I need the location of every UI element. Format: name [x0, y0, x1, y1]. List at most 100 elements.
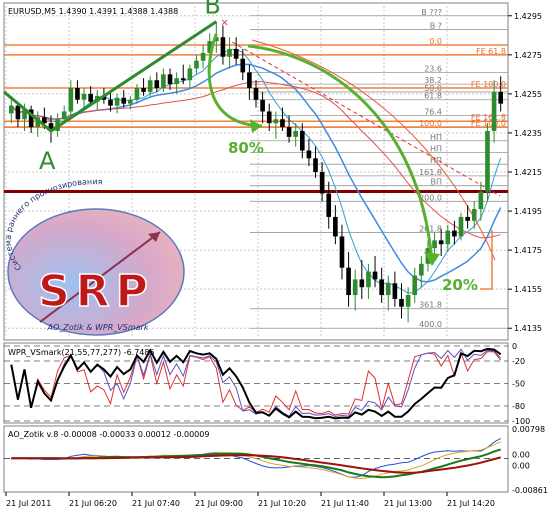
- time-tick-label: 21 Jul 10:20: [258, 499, 306, 508]
- candle-body: [154, 80, 160, 89]
- candle-body: [339, 236, 345, 268]
- fib-level-label: B ?: [430, 21, 442, 30]
- ao-tick-label: 0.00798: [512, 425, 545, 434]
- candle-body: [174, 78, 179, 85]
- candle-body: [445, 230, 451, 245]
- candle-body: [432, 240, 437, 249]
- candle-body: [465, 216, 470, 221]
- candle-body: [478, 191, 484, 210]
- fib-level-label: НП: [430, 144, 442, 153]
- candle-body: [134, 88, 140, 100]
- time-tick-label: 21 Jul 13:00: [384, 499, 432, 508]
- price-tick-label: 1.4155: [514, 285, 542, 294]
- pct-20-label: 20%: [442, 276, 478, 294]
- candle-body: [273, 119, 279, 124]
- candle-body: [68, 88, 74, 112]
- candle-body: [187, 68, 193, 81]
- candle-body: [253, 88, 259, 100]
- candle-body: [485, 130, 490, 192]
- candle-body: [293, 130, 298, 137]
- logo-title: SRP: [38, 266, 154, 317]
- time-tick-label: 21 Jul 07:40: [132, 499, 180, 508]
- candle-body: [313, 158, 318, 172]
- candle-body: [452, 230, 457, 237]
- price-tick-label: 1.4135: [514, 324, 542, 333]
- wpr-tick-label: -80: [512, 402, 525, 411]
- wpr-header: WPR_VSmark(21,55,77,277) -6.7485: [8, 348, 155, 357]
- candle-body: [88, 93, 93, 102]
- candle-body: [247, 72, 252, 89]
- time-tick-label: 21 Jul 2011: [6, 499, 51, 508]
- candle-body: [346, 267, 351, 296]
- candle-body: [280, 119, 285, 128]
- wpr-tick-label: 0: [512, 342, 517, 351]
- fe-level-label: FE 61.8: [476, 47, 506, 56]
- candle-body: [240, 58, 246, 73]
- price-header: EURUSD,M5 1.4390 1.4391 1.4388 1.4388: [8, 7, 178, 16]
- candle-body: [141, 88, 146, 92]
- fib-level-label: НП: [430, 133, 442, 142]
- point-b-label: B: [204, 0, 220, 20]
- fib-level-label: 261.8: [419, 225, 442, 234]
- ao-header: AO_Zotik v.8 -0.00008 -0.00033 0.00012 -…: [8, 430, 209, 439]
- price-tick-label: 1.4195: [514, 207, 542, 216]
- fib-level-label: 361.8: [419, 301, 442, 310]
- logo-credit: AO_Zotik & WPR_VSmark: [47, 323, 149, 332]
- candle-body: [8, 105, 14, 114]
- candle-body: [227, 48, 232, 57]
- candle-body: [147, 80, 153, 92]
- candle-body: [379, 279, 384, 296]
- candle-body: [15, 105, 21, 120]
- fib-level-label: 0.0: [429, 37, 442, 46]
- candle-body: [366, 271, 371, 288]
- candle-body: [81, 93, 87, 100]
- candle-body: [286, 127, 292, 137]
- fib-level-label: 61.8: [424, 92, 442, 101]
- candle-body: [399, 298, 404, 307]
- candle-body: [333, 216, 338, 237]
- pct-80-label: 80%: [228, 139, 264, 157]
- price-tick-label: 1.4215: [514, 168, 542, 177]
- ao-tick-label: 0.00: [512, 461, 530, 470]
- candle-body: [114, 97, 120, 106]
- candle-body: [233, 48, 239, 59]
- candle-body: [326, 193, 332, 217]
- candle-body: [319, 172, 325, 194]
- candle-body: [385, 283, 391, 296]
- candle-body: [108, 99, 113, 106]
- point-a-label: A: [39, 147, 56, 175]
- candle-body: [200, 52, 206, 61]
- fib-level-label: 23.6: [424, 64, 442, 73]
- price-tick-label: 1.4175: [514, 246, 542, 255]
- wpr-tick-label: -20: [512, 357, 525, 366]
- candle-body: [412, 275, 418, 296]
- candle-body: [167, 74, 173, 85]
- fe-level-label: FE 100.0: [471, 119, 506, 128]
- candle-body: [220, 37, 226, 57]
- candle-body: [372, 271, 378, 280]
- candle-body: [299, 130, 305, 151]
- candle-body: [359, 279, 365, 288]
- candle-body: [121, 97, 127, 104]
- fib-level-label: B ???: [421, 8, 442, 17]
- fib-level-label: ВП: [430, 178, 442, 187]
- ao-tick-label: -0.00861: [512, 486, 548, 495]
- fib-level-label: 76.4: [424, 107, 442, 116]
- candle-body: [498, 91, 504, 104]
- candle-body: [471, 209, 477, 221]
- price-tick-label: 1.4275: [514, 51, 542, 60]
- candle-body: [352, 279, 358, 296]
- candle-body: [260, 99, 265, 112]
- candle-body: [405, 295, 411, 307]
- candle-body: [61, 111, 67, 120]
- wpr-tick-label: -50: [512, 380, 525, 389]
- time-tick-label: 21 Jul 14:20: [447, 499, 495, 508]
- point-b-marker: ×: [220, 18, 228, 29]
- candle-body: [491, 91, 497, 131]
- candle-body: [128, 99, 133, 104]
- time-tick-label: 21 Jul 09:00: [195, 499, 243, 508]
- price-tick-label: 1.4255: [514, 90, 542, 99]
- candle-body: [392, 283, 398, 299]
- candle-body: [180, 78, 186, 81]
- price-tick-label: 1.4235: [514, 129, 542, 138]
